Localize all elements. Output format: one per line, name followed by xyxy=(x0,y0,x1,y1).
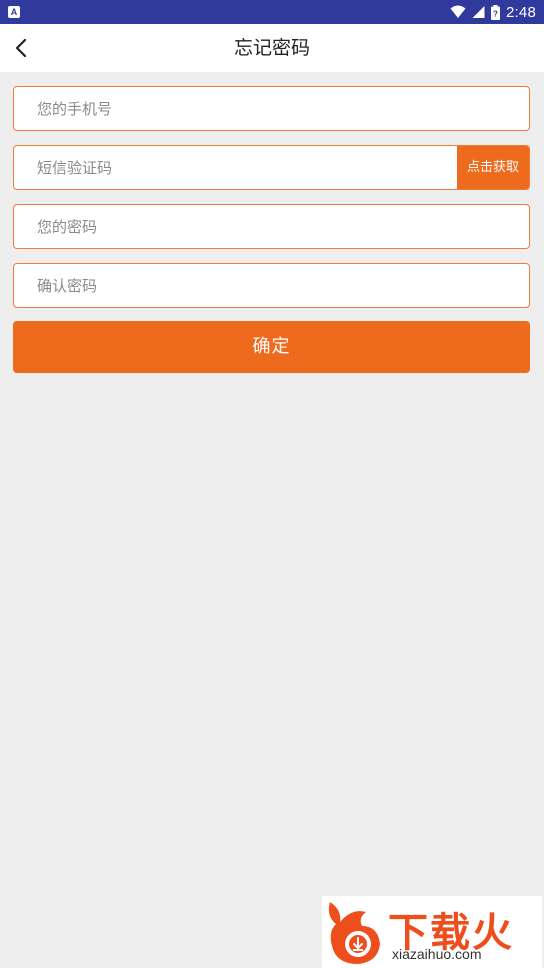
watermark-logo: 下载火 xiazaihuo.com xyxy=(322,896,542,968)
password-input[interactable] xyxy=(14,205,529,248)
battery-icon: ? xyxy=(491,4,500,20)
confirm-button[interactable]: 确定 xyxy=(13,321,530,373)
get-code-button[interactable]: 点击获取 xyxy=(457,146,529,189)
status-time: 2:48 xyxy=(506,3,536,21)
password-field-wrapper xyxy=(13,204,530,249)
chevron-left-icon xyxy=(15,38,27,58)
page-title: 忘记密码 xyxy=(233,37,310,59)
confirm-password-field-wrapper xyxy=(13,263,530,308)
app-notification-icon: A xyxy=(8,6,20,18)
sms-code-input[interactable] xyxy=(14,146,458,189)
flame-download-icon xyxy=(328,902,380,964)
signal-icon xyxy=(472,6,485,18)
phone-field-wrapper xyxy=(13,86,530,131)
wifi-icon xyxy=(450,5,466,18)
watermark-brand-en: xiazaihuo.com xyxy=(392,946,482,962)
status-bar: A ? 2:48 xyxy=(0,0,544,24)
svg-text:?: ? xyxy=(493,9,498,18)
phone-input[interactable] xyxy=(14,87,529,130)
status-right: ? 2:48 xyxy=(450,4,536,21)
sms-code-field-wrapper: 点击获取 xyxy=(13,145,530,190)
status-left: A xyxy=(8,6,20,18)
nav-bar: 忘记密码 xyxy=(0,24,544,72)
back-button[interactable] xyxy=(6,33,36,63)
confirm-password-input[interactable] xyxy=(14,264,529,307)
